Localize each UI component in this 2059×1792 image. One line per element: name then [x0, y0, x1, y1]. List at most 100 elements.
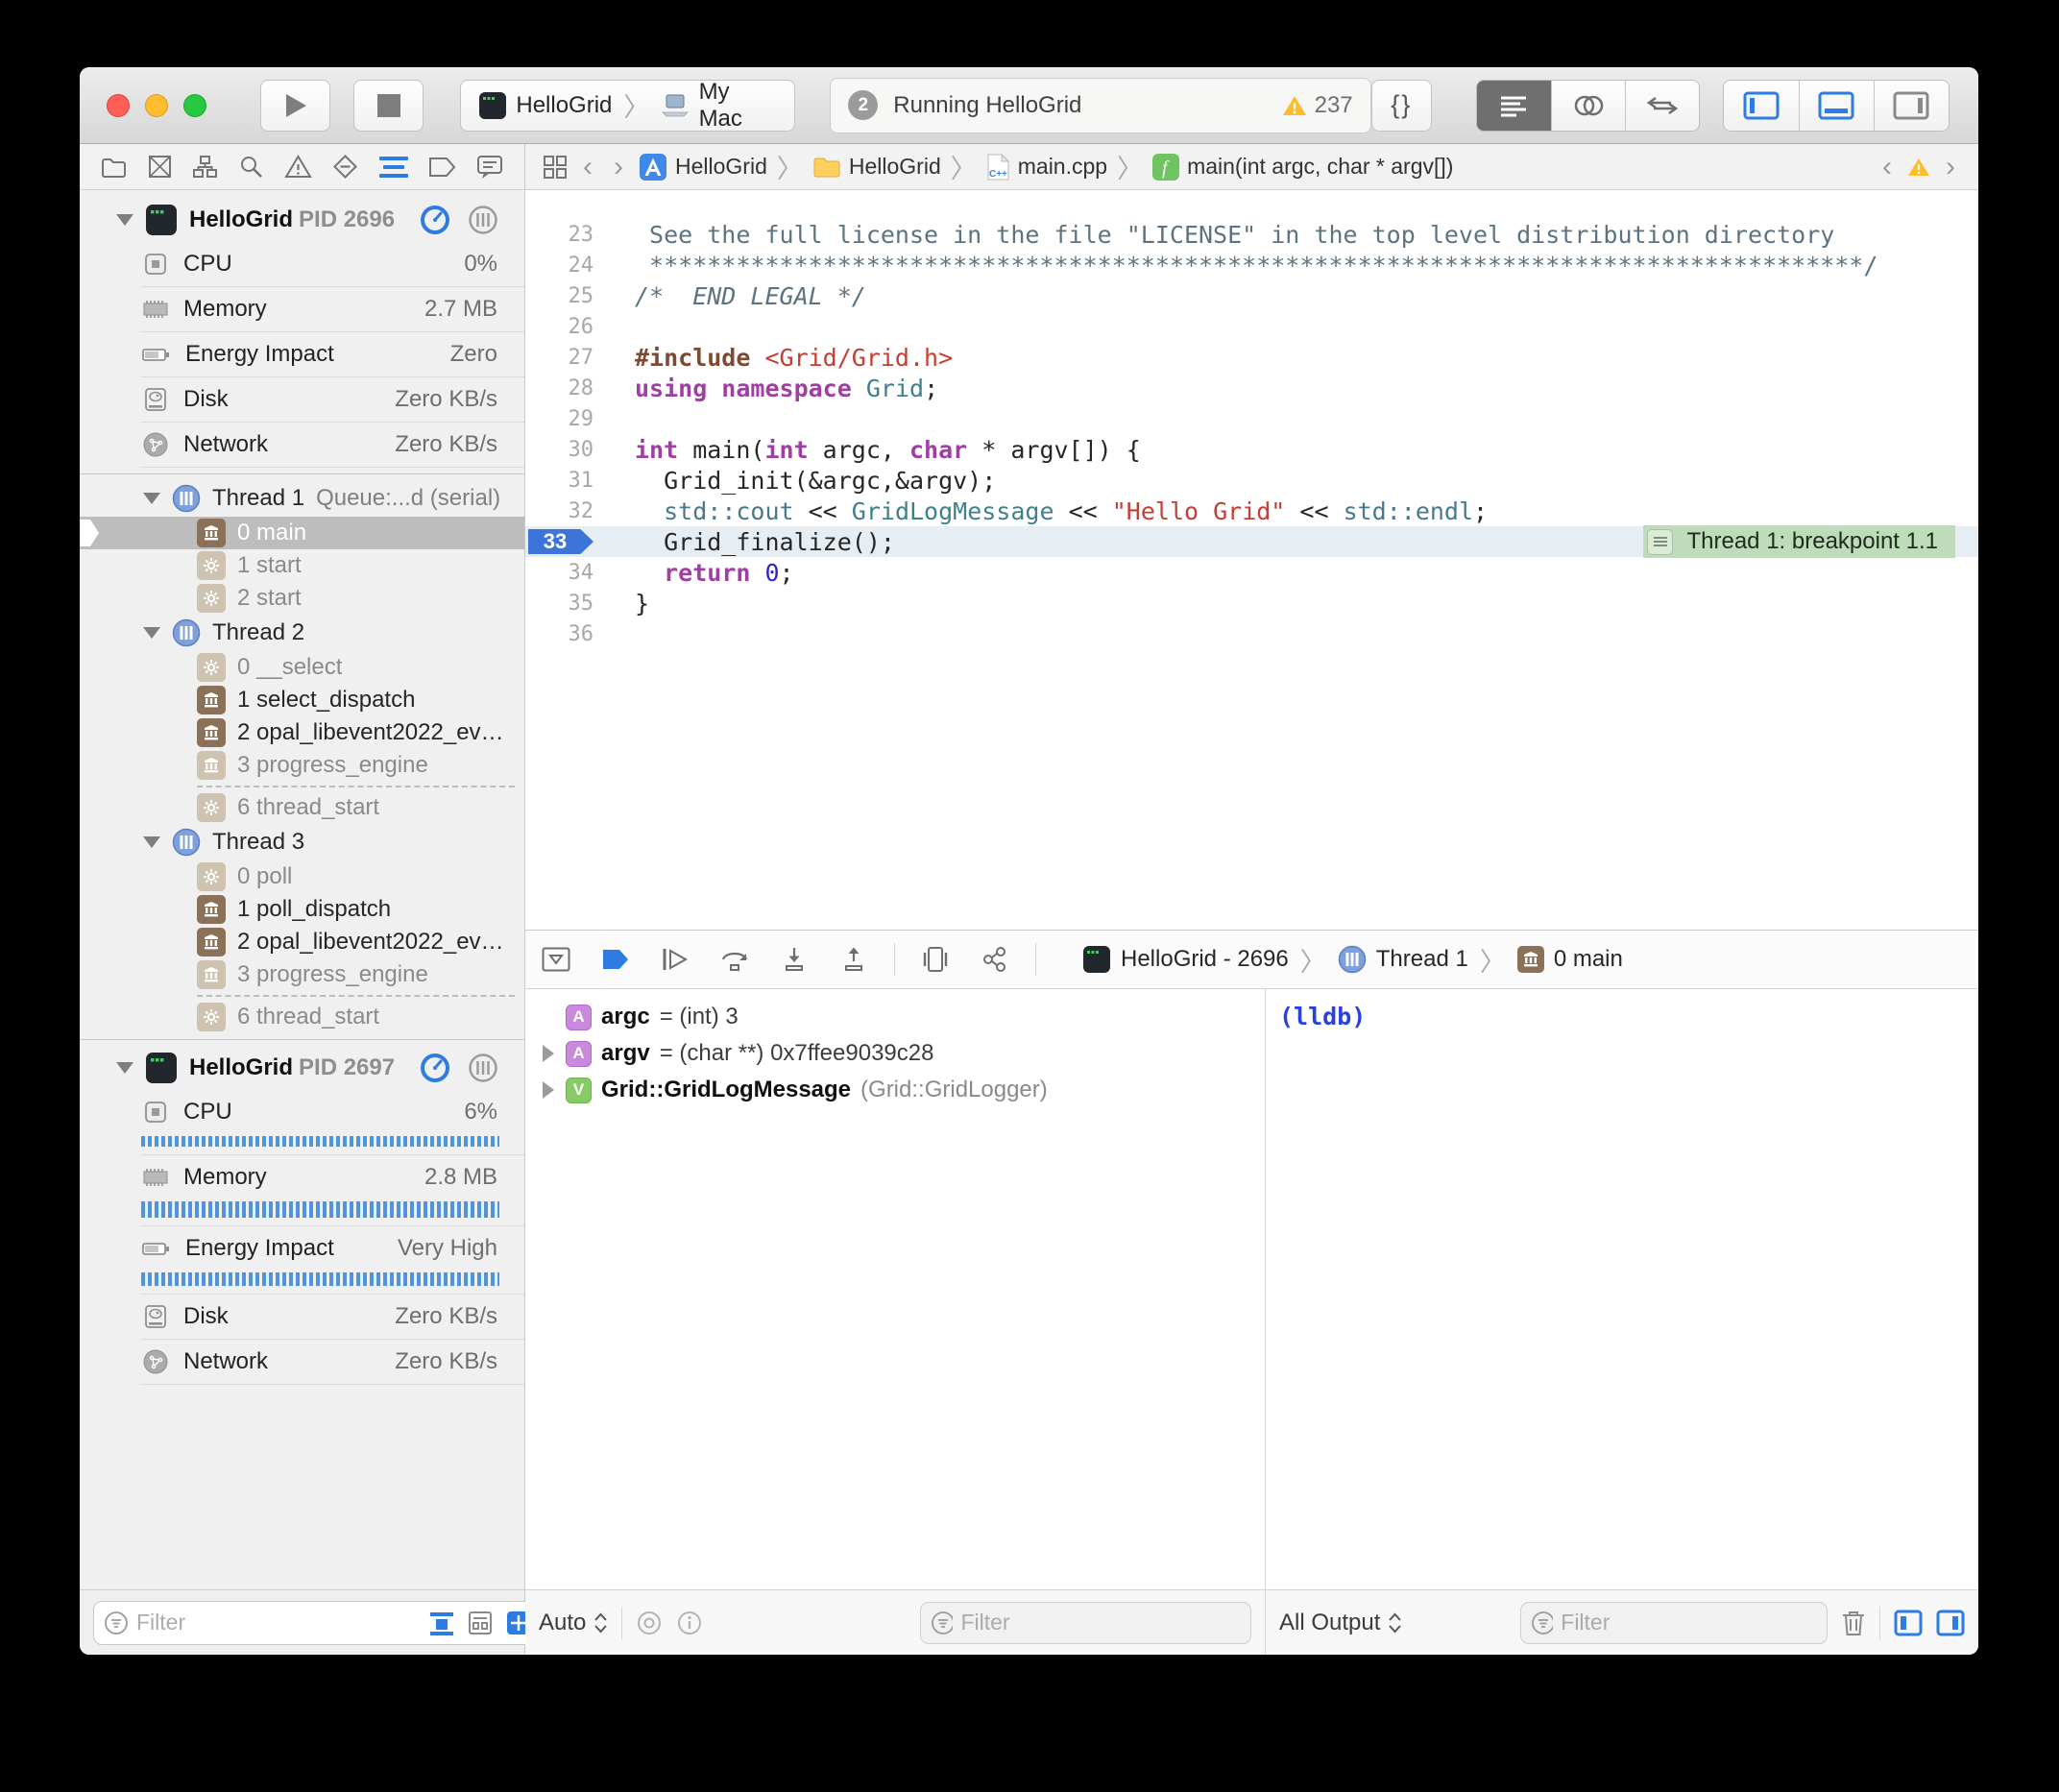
go-forward-button[interactable]: › — [608, 153, 629, 182]
console-filter-input[interactable] — [1561, 1610, 1817, 1635]
issue-navigator-icon[interactable] — [284, 154, 312, 180]
stat-row-network[interactable]: NetworkZero KB/s — [80, 1340, 524, 1384]
line-number[interactable]: 24 — [525, 254, 593, 278]
memory-graph-button[interactable] — [976, 946, 1014, 973]
version-editor-button[interactable] — [1625, 81, 1699, 131]
console-scope-selector[interactable]: All Output — [1279, 1610, 1402, 1636]
columns-gauge-icon[interactable] — [467, 204, 499, 236]
columns-gauge-icon[interactable] — [467, 1052, 499, 1084]
info-icon[interactable] — [676, 1610, 703, 1636]
process-row[interactable]: HelloGridPID 2697 — [80, 1046, 524, 1090]
standard-editor-button[interactable] — [1477, 81, 1551, 131]
related-items-icon[interactable] — [543, 155, 568, 180]
stat-row-cpu[interactable]: CPU0% — [80, 242, 524, 286]
run-button[interactable] — [260, 80, 330, 132]
sidebar-filter-field[interactable] — [93, 1601, 543, 1645]
stack-frame-row[interactable]: 2 start — [80, 582, 524, 615]
console-filter-field[interactable] — [1520, 1602, 1828, 1644]
stack-frame-row[interactable]: 3 progress_engine — [80, 749, 524, 782]
stack-frame-row[interactable]: 1 select_dispatch — [80, 684, 524, 716]
source-editor[interactable]: 23 See the full license in the file "LIC… — [525, 190, 1978, 930]
step-out-button[interactable] — [835, 946, 873, 973]
debug-process-crumb[interactable]: HelloGrid - 2696 — [1121, 946, 1289, 973]
continue-button[interactable] — [656, 947, 694, 972]
debug-navigator-icon[interactable] — [379, 155, 408, 180]
disclosure-triangle-icon[interactable] — [543, 1045, 554, 1062]
stack-frame-row[interactable]: 0 poll — [80, 860, 524, 893]
stat-row-disk[interactable]: DiskZero KB/s — [80, 377, 524, 422]
show-running-processes-icon[interactable] — [428, 1610, 455, 1636]
warning-icon[interactable] — [1907, 157, 1930, 178]
stat-row-memory[interactable]: Memory2.8 MB — [80, 1155, 524, 1199]
breakpoint-indicator[interactable]: 33 — [528, 529, 593, 554]
activity-status-bar[interactable]: 2 Running HelloGrid 237 — [830, 78, 1370, 133]
stack-frame-row[interactable]: 6 thread_start — [80, 791, 524, 824]
find-navigator-icon[interactable] — [238, 154, 264, 180]
gutter[interactable]: 33 — [525, 526, 593, 557]
disclosure-triangle-icon[interactable] — [143, 836, 160, 848]
thread-row[interactable]: Thread 2 — [80, 615, 524, 651]
scheme-selector[interactable]: HelloGrid 〉 My Mac — [460, 80, 795, 132]
stack-frame-row[interactable]: 1 poll_dispatch — [80, 893, 524, 926]
minimize-window-button[interactable] — [145, 94, 168, 117]
show-stack-frames-icon[interactable] — [467, 1610, 494, 1636]
line-number[interactable]: 36 — [525, 622, 593, 646]
line-number[interactable]: 35 — [525, 592, 593, 616]
debug-frame-crumb[interactable]: 0 main — [1554, 946, 1623, 973]
jumpbar-crumb-folder[interactable]: HelloGrid — [812, 154, 941, 180]
stack-frame-row[interactable]: 2 opal_libevent2022_ev… — [80, 716, 524, 749]
breakpoint-navigator-icon[interactable] — [427, 156, 456, 179]
assistant-editor-button[interactable] — [1551, 81, 1625, 131]
disclosure-triangle-icon[interactable] — [116, 1062, 133, 1074]
thread-row[interactable]: Thread 3 — [80, 824, 524, 860]
stack-frame-row[interactable]: 0 main — [80, 517, 524, 549]
process-row[interactable]: HelloGridPID 2696 — [80, 198, 524, 242]
variables-filter-input[interactable] — [960, 1610, 1241, 1635]
stat-row-disk[interactable]: DiskZero KB/s — [80, 1295, 524, 1339]
symbol-navigator-icon[interactable] — [192, 154, 218, 180]
thread-row[interactable]: Thread 1Queue:...d (serial) — [80, 480, 524, 517]
next-issue-button[interactable]: › — [1940, 153, 1961, 182]
line-number[interactable]: 34 — [525, 561, 593, 585]
test-navigator-icon[interactable] — [331, 153, 359, 181]
line-number[interactable]: 25 — [525, 284, 593, 308]
breakpoints-toggle-button[interactable] — [596, 948, 635, 971]
breakpoint-annotation[interactable]: Thread 1: breakpoint 1.1 — [1643, 525, 1955, 558]
stack-frame-row[interactable]: 3 progress_engine — [80, 958, 524, 991]
line-number[interactable]: 31 — [525, 469, 593, 493]
disclosure-triangle-icon[interactable] — [116, 214, 133, 226]
stat-row-cpu[interactable]: CPU6% — [80, 1090, 524, 1134]
source-control-navigator-icon[interactable] — [147, 154, 173, 180]
trash-icon[interactable] — [1841, 1609, 1866, 1637]
stack-frame-row[interactable]: 0 __select — [80, 651, 524, 684]
quicklook-icon[interactable] — [636, 1610, 663, 1636]
debug-thread-crumb[interactable]: Thread 1 — [1376, 946, 1468, 973]
jumpbar-crumb-project[interactable]: HelloGrid — [639, 153, 767, 182]
toggle-variables-pane-icon[interactable] — [1894, 1610, 1923, 1636]
line-number[interactable]: 29 — [525, 407, 593, 431]
variable-row[interactable]: Aargv= (char **) 0x7ffee9039c28 — [525, 1035, 1265, 1072]
step-into-button[interactable] — [775, 946, 813, 973]
toggle-inspector-button[interactable] — [1874, 81, 1949, 131]
cpu-gauge-icon[interactable] — [419, 1052, 451, 1084]
toggle-navigator-button[interactable] — [1724, 81, 1799, 131]
go-back-button[interactable]: ‹ — [577, 153, 598, 182]
disclosure-triangle-icon[interactable] — [143, 493, 160, 504]
stack-frame-row[interactable]: 6 thread_start — [80, 1001, 524, 1033]
variable-row[interactable]: VGrid::GridLogMessage(Grid::GridLogger) — [525, 1072, 1265, 1108]
jumpbar-crumb-cppfile[interactable]: C++main.cpp — [986, 153, 1107, 182]
stat-row-energy-impact[interactable]: Energy ImpactVery High — [80, 1226, 524, 1271]
jumpbar-crumb-function[interactable]: fmain(int argc, char * argv[]) — [1152, 154, 1453, 181]
hide-debug-area-button[interactable] — [537, 947, 575, 972]
line-number[interactable]: 28 — [525, 376, 593, 400]
report-navigator-icon[interactable] — [476, 155, 503, 180]
stat-row-memory[interactable]: Memory2.7 MB — [80, 287, 524, 331]
stat-row-energy-impact[interactable]: Energy ImpactZero — [80, 332, 524, 376]
line-number[interactable]: 32 — [525, 499, 593, 523]
annotation-menu-icon[interactable] — [1647, 529, 1673, 555]
sidebar-filter-input[interactable] — [136, 1610, 421, 1635]
step-over-button[interactable] — [715, 946, 754, 973]
toggle-console-pane-icon[interactable] — [1936, 1610, 1965, 1636]
console-output[interactable]: (lldb) — [1266, 989, 1978, 1589]
stop-button[interactable] — [353, 80, 424, 132]
